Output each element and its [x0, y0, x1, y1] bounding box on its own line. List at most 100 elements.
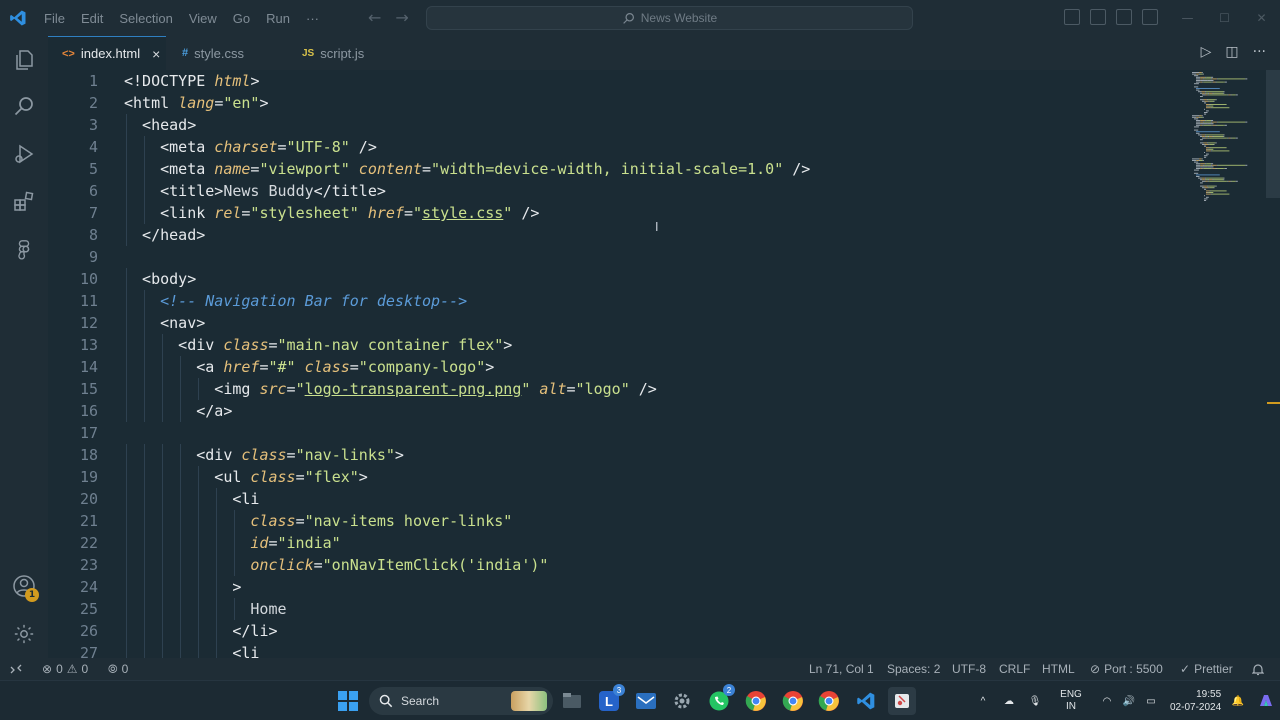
code-token: <li: [232, 490, 260, 508]
indent-guide: [126, 620, 127, 642]
file-explorer-icon[interactable]: [558, 687, 586, 715]
minimap-line: [1204, 187, 1209, 189]
minimap-line: [1210, 193, 1212, 195]
indent-guide: [180, 510, 182, 532]
menu-run[interactable]: Run: [258, 11, 298, 26]
minimap-line: [1224, 81, 1227, 83]
close-window-icon[interactable]: ✕: [1243, 0, 1280, 36]
minimap-line: [1207, 123, 1214, 125]
end-of-line[interactable]: CRLF: [999, 658, 1030, 680]
minimap-line: [1207, 192, 1209, 193]
minimap-line: [1202, 179, 1205, 181]
problems-indicator[interactable]: ⊗ 0 ⚠ 0: [42, 658, 88, 680]
code-token: =: [295, 512, 305, 530]
no-entry-icon: ⊘: [1090, 662, 1101, 676]
chrome-profile-2-icon[interactable]: [779, 687, 807, 715]
onedrive-cloud-icon[interactable]: ☁: [998, 690, 1020, 712]
ports-indicator[interactable]: ⦾ 0: [108, 658, 128, 680]
minimap-line: [1245, 121, 1248, 123]
settings-gear-icon[interactable]: [0, 610, 48, 658]
snipping-tool-icon[interactable]: [888, 687, 916, 715]
clock[interactable]: 19:55 02-07-2024: [1170, 688, 1221, 714]
run-file-icon[interactable]: ▷: [1201, 44, 1212, 60]
chrome-icon[interactable]: [742, 687, 770, 715]
menu-go[interactable]: Go: [225, 11, 258, 26]
taskbar-search[interactable]: Search: [369, 687, 553, 715]
minimap-line: [1228, 94, 1231, 96]
run-debug-icon[interactable]: [0, 130, 48, 178]
notifications-bell-icon[interactable]: [1252, 658, 1264, 680]
prettier-status[interactable]: ✓ Prettier: [1180, 658, 1233, 680]
vscode-taskbar-icon[interactable]: [852, 687, 880, 715]
more-actions-icon[interactable]: ···: [1253, 44, 1266, 60]
remote-indicator-icon[interactable]: [10, 658, 22, 680]
split-editor-icon[interactable]: ◫: [1225, 44, 1238, 60]
minimap-line: [1202, 92, 1205, 94]
settings-app-icon[interactable]: [668, 687, 696, 715]
minimize-icon[interactable]: —: [1169, 0, 1206, 36]
notification-bell-icon[interactable]: 🔔: [1227, 690, 1249, 712]
back-arrow-icon[interactable]: ←: [368, 8, 381, 27]
wifi-icon[interactable]: ◠: [1096, 690, 1118, 712]
menu-view[interactable]: View: [181, 11, 225, 26]
windows-start-icon[interactable]: [334, 687, 362, 715]
accounts-icon[interactable]: [0, 562, 48, 610]
mail-app-icon[interactable]: [632, 687, 660, 715]
chrome-profile-3-icon[interactable]: [815, 687, 843, 715]
tab-style-css[interactable]: # style.css: [168, 36, 286, 70]
menu-selection[interactable]: Selection: [111, 11, 180, 26]
indentation[interactable]: Spaces: 2: [887, 658, 940, 680]
indent-guide: [144, 136, 146, 158]
show-hidden-icons-icon[interactable]: ^: [972, 690, 994, 712]
code-token: href: [223, 358, 260, 376]
whatsapp-icon[interactable]: 2: [705, 684, 735, 715]
language-mode[interactable]: HTML: [1042, 658, 1075, 680]
copilot-icon[interactable]: [1255, 690, 1277, 712]
minimap-line: [1200, 164, 1203, 166]
minimap[interactable]: [1190, 70, 1250, 210]
indent-guide: [162, 642, 164, 658]
minimap-line: [1209, 179, 1213, 181]
toggle-primary-sidebar-icon[interactable]: [1064, 9, 1080, 25]
explorer-icon[interactable]: [0, 36, 48, 84]
minimap-line: [1203, 185, 1207, 187]
code-text: <li: [232, 642, 259, 658]
indent-guide: [162, 334, 164, 356]
tab-index-html[interactable]: <> index.html ×: [48, 36, 166, 70]
editor-scrollbar[interactable]: [1266, 70, 1280, 198]
indent-guide: [126, 576, 127, 598]
minimap-line: [1200, 123, 1208, 125]
input-language[interactable]: ENG IN: [1056, 689, 1086, 713]
command-center-search[interactable]: News Website: [426, 6, 913, 30]
code-token: </a>: [196, 402, 233, 420]
toggle-panel-icon[interactable]: [1090, 9, 1106, 25]
line-number: 5: [88, 160, 98, 178]
toggle-secondary-sidebar-icon[interactable]: [1116, 9, 1132, 25]
indent-guide: [126, 268, 127, 290]
code-text: <!-- Navigation Bar for desktop-->: [160, 290, 467, 312]
line-number: 19: [79, 468, 98, 486]
extensions-icon[interactable]: [0, 178, 48, 226]
minimap-line: [1208, 99, 1216, 101]
search-view-icon[interactable]: [0, 82, 48, 130]
menu-file[interactable]: File: [36, 11, 73, 26]
live-server-port[interactable]: ⊘ Port : 5500: [1090, 658, 1163, 680]
battery-icon[interactable]: ▭: [1140, 690, 1162, 712]
close-tab-icon[interactable]: ×: [152, 46, 160, 62]
cursor-position[interactable]: Ln 71, Col 1: [809, 658, 874, 680]
app-l-icon[interactable]: L 3: [595, 684, 625, 715]
code-editor[interactable]: 1 <!DOCTYPE html> 2 <html lang="en"> 3 <head>…: [48, 70, 1280, 658]
maximize-icon[interactable]: ☐: [1206, 0, 1243, 36]
figma-icon[interactable]: [0, 226, 48, 274]
file-encoding[interactable]: UTF-8: [952, 658, 986, 680]
microphone-icon[interactable]: 🎙: [1024, 690, 1046, 712]
code-text: <body>: [142, 268, 196, 290]
forward-arrow-icon[interactable]: →: [395, 8, 408, 27]
tab-script-js[interactable]: JS script.js: [288, 36, 406, 70]
menu-more[interactable]: ···: [298, 11, 327, 26]
volume-icon[interactable]: 🔊: [1118, 690, 1140, 712]
customize-layout-icon[interactable]: [1142, 9, 1158, 25]
minimap-line: [1235, 180, 1238, 182]
minimap-line: [1203, 168, 1212, 169]
menu-edit[interactable]: Edit: [73, 11, 111, 26]
